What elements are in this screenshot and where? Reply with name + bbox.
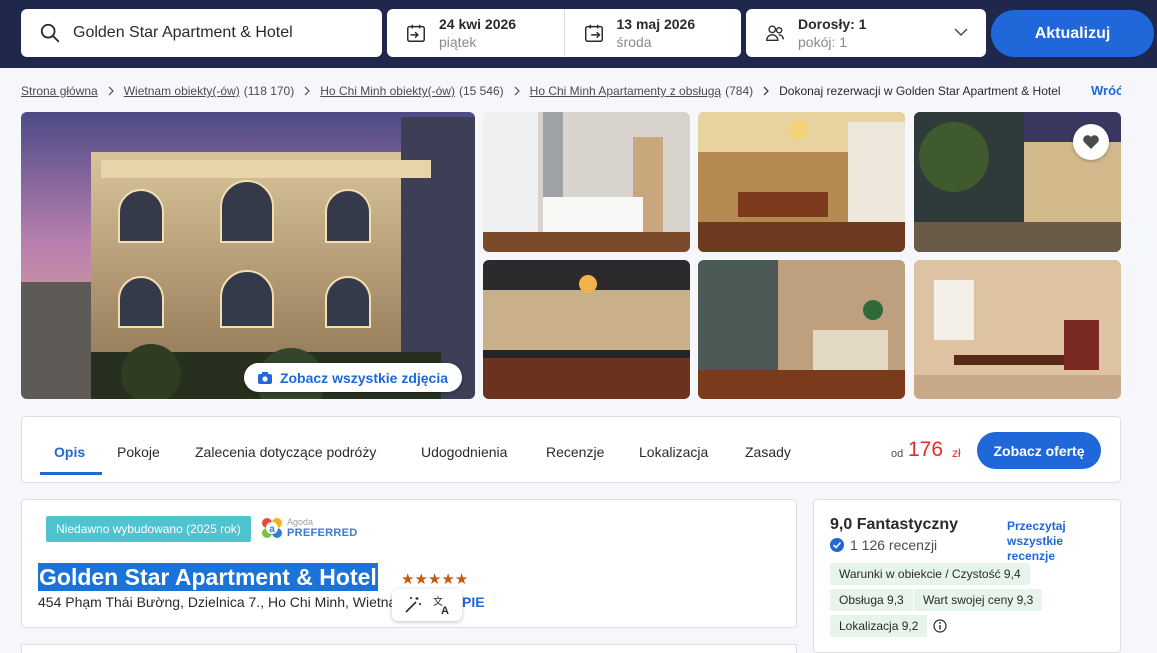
breadcrumb-category[interactable]: Ho Chi Minh Apartamenty z obsługą [530,84,721,98]
read-all-reviews-link[interactable]: Przeczytaj wszystkie recenzje [1007,519,1087,564]
map-link[interactable]: PIE [462,594,485,610]
star-rating: ★ ★ ★ ★ ★ [401,572,468,587]
next-section-card [21,644,797,653]
calendar-in-icon [407,24,425,42]
hotel-info-card: Niedawno wybudowano (2025 rok) a Agoda P… [21,499,797,628]
tab-pokoje[interactable]: Pokoje [117,444,160,460]
guests-icon [766,25,784,42]
breadcrumb-city[interactable]: Ho Chi Minh obiekty(-ów) [320,84,455,98]
price-currency: zł [952,446,961,460]
rating-card: 9,0 Fantastyczny 1 126 recenzji Przeczyt… [813,499,1121,653]
agoda-preferred-logo: a Agoda PREFERRED [261,517,358,539]
active-tab-indicator [40,472,102,475]
search-icon [40,23,60,43]
see-all-photos-button[interactable]: Zobacz wszystkie zdjęcia [244,363,462,392]
svg-text:a: a [269,524,275,535]
info-icon[interactable] [933,619,947,633]
photo-hall[interactable] [483,260,690,399]
date-picker[interactable]: 24 kwi 2026 piątek 13 maj 2026 środa [387,9,741,57]
chevron-right-icon [304,86,311,96]
breadcrumb-count: (784) [725,84,754,98]
subscore-chip: Obsługa 9,3 [830,589,913,611]
chevron-down-icon [954,28,968,37]
favorite-button[interactable] [1073,124,1109,160]
heart-icon [1083,135,1099,149]
checkin-day: piątek [439,34,477,50]
breadcrumb-country[interactable]: Wietnam obiekty(-ów) [124,84,240,98]
occupancy-selector[interactable]: Dorosły: 1 pokój: 1 [746,9,986,57]
main-photo[interactable] [21,112,475,399]
agoda-icon: a [262,518,282,538]
star-icon: ★ [401,571,415,588]
subscore-chip: Warunki w obiekcie / Czystość 9,4 [830,563,1030,585]
subscore-chip: Lokalizacja 9,2 [830,615,928,637]
breadcrumb-count: (15 546) [458,84,504,98]
selection-toolbar: 文A [392,589,462,621]
photo-bedroom[interactable] [483,112,690,252]
rooms-count: pokój: 1 [798,34,848,50]
tab-amenities[interactable]: Udogodnienia [421,444,507,460]
tab-travel-advice[interactable]: Zalecenia dotyczące podróży [195,444,376,460]
search-bar: Golden Star Apartment & Hotel 24 kwi 202… [0,0,1157,68]
review-score: 9,0 Fantastyczny [830,516,959,533]
subscore-chip: Wart swojej ceny 9,3 [914,589,1043,611]
photo-room[interactable] [914,260,1121,399]
checkout-date: 13 maj 2026 [616,15,696,32]
update-button[interactable]: Aktualizuj [991,10,1154,57]
hotel-address: 454 Phạm Thái Bường, Dzielnica 7., Ho Ch… [38,594,409,610]
review-count-label: 1 126 recenzji [850,537,938,553]
chevron-right-icon [514,86,520,96]
star-icon: ★ [427,571,442,588]
see-all-photos-label: Zobacz wszystkie zdjęcia [279,369,449,386]
price-value: 176 [908,438,944,461]
agoda-label: Agoda [287,516,314,527]
translate-icon[interactable]: 文A [432,595,452,615]
checkin-field[interactable]: 24 kwi 2026 piątek [387,9,564,57]
see-offer-button[interactable]: Zobacz ofertę [977,432,1101,469]
calendar-out-icon [584,24,603,42]
magic-wand-icon[interactable] [403,595,423,615]
svg-text:A: A [441,605,449,615]
tab-policies[interactable]: Zasady [745,444,791,460]
review-count: 1 126 recenzji [830,537,937,553]
star-icon: ★ [454,571,469,588]
checkin-date: 24 kwi 2026 [439,15,517,32]
adults-count: Dorosły: 1 [798,15,867,32]
back-link[interactable]: Wróć [1091,83,1121,98]
breadcrumb-home[interactable]: Strona główna [21,84,98,98]
checkout-field[interactable]: 13 maj 2026 środa [563,9,742,57]
checkout-day: środa [616,34,652,50]
new-build-badge: Niedawno wybudowano (2025 rok) [46,516,251,542]
tab-reviews[interactable]: Recenzje [546,444,604,460]
chevron-right-icon [763,86,769,96]
star-icon: ★ [441,571,455,588]
camera-icon [257,371,272,384]
destination-input[interactable]: Golden Star Apartment & Hotel [21,9,382,57]
destination-value: Golden Star Apartment & Hotel [73,24,293,41]
preferred-label: PREFERRED [287,526,358,539]
photo-reception[interactable] [698,260,905,399]
tab-opis[interactable]: Opis [54,444,85,460]
breadcrumb-current: Dokonaj rezerwacji w Golden Star Apartme… [779,84,1061,98]
star-icon: ★ [414,571,428,588]
price-prefix: od [891,448,904,460]
photo-lobby[interactable] [698,112,905,252]
chevron-right-icon [108,86,114,96]
section-tabs: Opis Pokoje Zalecenia dotyczące podróży … [21,416,1121,483]
tab-location[interactable]: Lokalizacja [639,444,708,460]
hotel-name: Golden Star Apartment & Hotel [38,563,378,591]
breadcrumb: Strona główna Wietnam obiekty(-ów) (118 … [21,83,1061,99]
breadcrumb-count: (118 170) [243,84,295,98]
verified-check-icon [830,538,844,552]
